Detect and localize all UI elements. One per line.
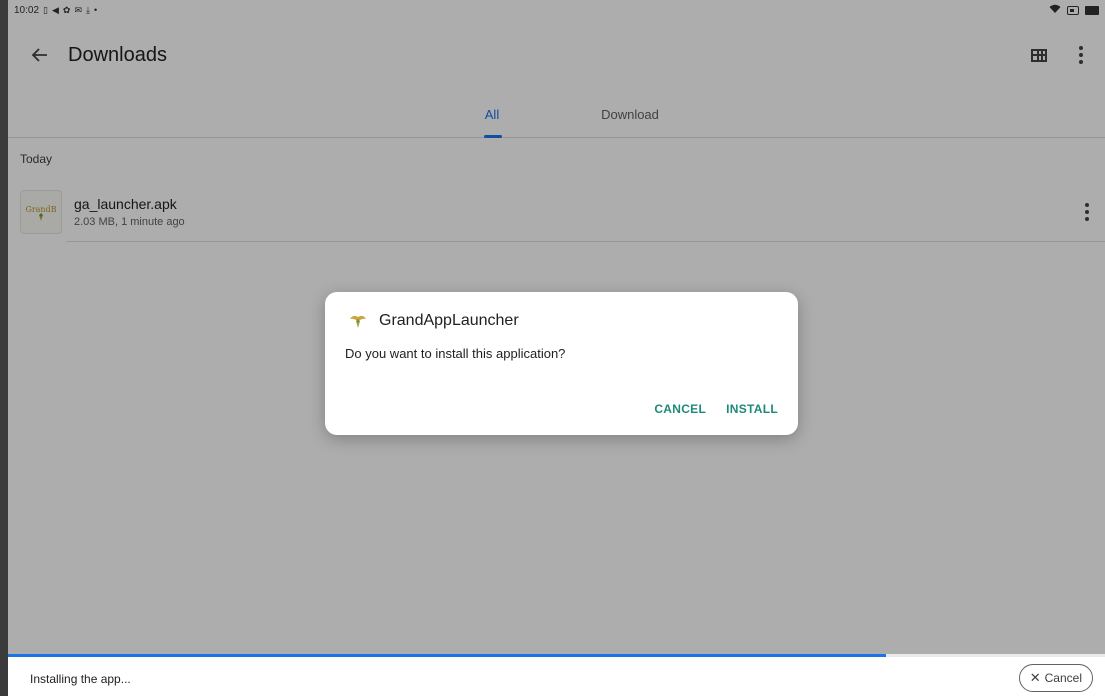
cancel-button[interactable]: CANCEL	[654, 402, 706, 416]
dialog-title: GrandAppLauncher	[379, 312, 519, 329]
dialog-header: GrandAppLauncher	[347, 312, 519, 330]
install-button[interactable]: INSTALL	[726, 402, 778, 416]
app-icon	[347, 312, 369, 330]
install-dialog: GrandAppLauncher Do you want to install …	[325, 292, 798, 435]
install-progress-bar: Installing the app... ✕ Cancel	[0, 654, 1105, 696]
progress-fill	[8, 654, 886, 657]
dialog-actions: CANCEL INSTALL	[654, 402, 778, 416]
cancel-install-button[interactable]: ✕ Cancel	[1018, 664, 1093, 692]
cancel-install-label: Cancel	[1044, 671, 1082, 685]
screen: 10:02 ▯ ◀ ✿ ✉ ⤓ • Downloads All Download…	[0, 0, 1105, 696]
install-status: Installing the app...	[30, 672, 131, 686]
dialog-message: Do you want to install this application?	[345, 346, 566, 361]
progress-track	[8, 654, 1105, 657]
close-icon: ✕	[1029, 670, 1041, 685]
device-bezel	[0, 0, 8, 696]
